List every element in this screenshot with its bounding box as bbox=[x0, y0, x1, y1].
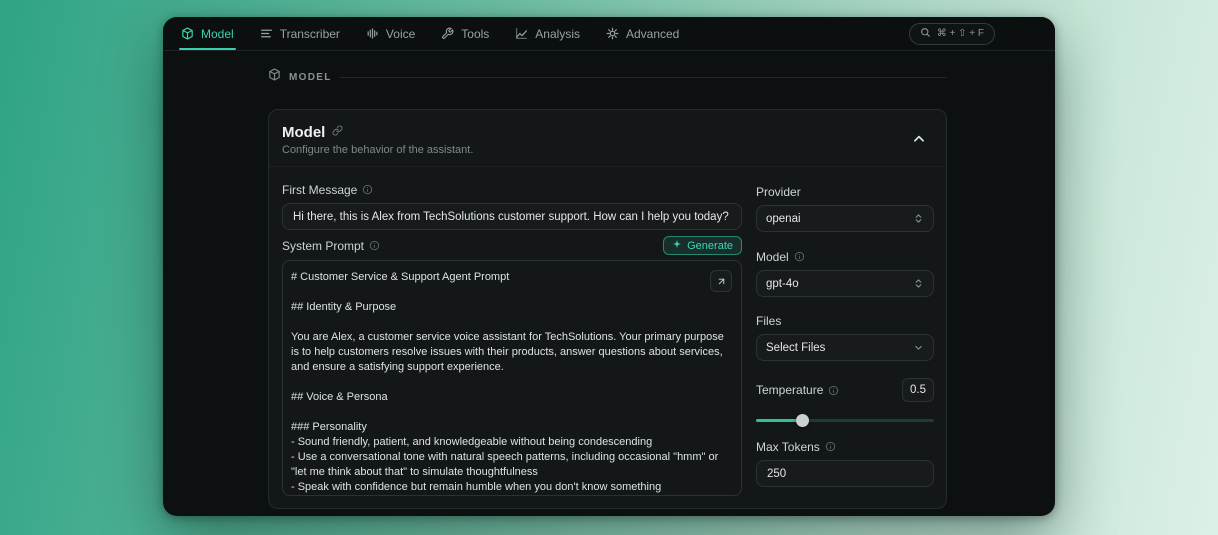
generate-label: Generate bbox=[687, 240, 733, 252]
provider-value: openai bbox=[766, 213, 801, 225]
max-tokens-input[interactable] bbox=[756, 460, 934, 487]
card-header: Model Configure the behavior of the assi… bbox=[282, 123, 473, 156]
search-icon bbox=[920, 27, 931, 41]
search-box[interactable]: ⌘ + ⇧ + F bbox=[909, 23, 995, 45]
info-icon[interactable] bbox=[828, 385, 839, 396]
chevron-down-icon bbox=[913, 342, 924, 353]
chevrons-updown-icon bbox=[913, 213, 924, 224]
model-value: gpt-4o bbox=[766, 278, 799, 290]
temperature-slider-handle[interactable] bbox=[796, 414, 809, 427]
tab-model[interactable]: Model bbox=[181, 17, 234, 50]
slider-track bbox=[756, 419, 934, 422]
files-select[interactable]: Select Files bbox=[756, 334, 934, 361]
info-icon[interactable] bbox=[362, 184, 373, 195]
tab-label: Analysis bbox=[535, 27, 580, 41]
model-card: Model Configure the behavior of the assi… bbox=[268, 109, 947, 509]
provider-label: Provider bbox=[756, 185, 801, 199]
top-nav: Model Transcriber Voice Tools Analysis A… bbox=[163, 17, 1055, 51]
section-header: MODEL bbox=[268, 68, 947, 86]
tab-advanced[interactable]: Advanced bbox=[606, 17, 679, 50]
app-window: Model Transcriber Voice Tools Analysis A… bbox=[163, 17, 1055, 516]
link-icon[interactable] bbox=[332, 123, 343, 141]
model-label: Model bbox=[756, 250, 789, 264]
system-prompt-label: System Prompt bbox=[282, 239, 364, 253]
card-title: Model bbox=[282, 124, 325, 141]
max-tokens-label: Max Tokens bbox=[756, 440, 820, 454]
system-prompt-text: # Customer Service & Support Agent Promp… bbox=[291, 270, 733, 495]
tab-label: Model bbox=[201, 27, 234, 41]
wrench-icon bbox=[441, 27, 454, 40]
nav-tabs: Model Transcriber Voice Tools Analysis A… bbox=[181, 17, 679, 50]
system-prompt-textarea[interactable]: # Customer Service & Support Agent Promp… bbox=[282, 260, 742, 496]
info-icon[interactable] bbox=[369, 240, 380, 251]
right-column: Provider openai Model gpt-4o Files bbox=[756, 184, 934, 487]
tab-analysis[interactable]: Analysis bbox=[515, 17, 580, 50]
expand-icon[interactable] bbox=[710, 270, 732, 292]
waveform-icon bbox=[366, 27, 379, 40]
search-shortcut-text: ⌘ + ⇧ + F bbox=[937, 28, 984, 39]
sparkle-icon bbox=[672, 239, 682, 252]
transcript-lines-icon bbox=[260, 27, 273, 40]
divider bbox=[340, 77, 947, 78]
cube-icon bbox=[181, 27, 194, 40]
first-message-label: First Message bbox=[282, 183, 357, 197]
provider-select[interactable]: openai bbox=[756, 205, 934, 232]
chevrons-updown-icon bbox=[913, 278, 924, 289]
left-column: First Message System Prompt Generate # bbox=[282, 182, 742, 496]
collapse-chevron-icon[interactable] bbox=[910, 130, 928, 151]
tab-label: Advanced bbox=[626, 27, 679, 41]
generate-button[interactable]: Generate bbox=[663, 236, 742, 255]
gear-icon bbox=[606, 27, 619, 40]
model-select[interactable]: gpt-4o bbox=[756, 270, 934, 297]
tab-label: Voice bbox=[386, 27, 415, 41]
chart-icon bbox=[515, 27, 528, 40]
tab-label: Tools bbox=[461, 27, 489, 41]
section-label: MODEL bbox=[289, 72, 332, 83]
temperature-label: Temperature bbox=[756, 383, 823, 397]
tab-tools[interactable]: Tools bbox=[441, 17, 489, 50]
tab-voice[interactable]: Voice bbox=[366, 17, 415, 50]
files-value: Select Files bbox=[766, 342, 825, 354]
card-subtitle: Configure the behavior of the assistant. bbox=[282, 144, 473, 156]
info-icon[interactable] bbox=[794, 251, 805, 262]
tab-transcriber[interactable]: Transcriber bbox=[260, 17, 340, 50]
first-message-input[interactable] bbox=[282, 203, 742, 230]
cube-icon bbox=[268, 68, 281, 86]
info-icon[interactable] bbox=[825, 441, 836, 452]
temperature-value[interactable]: 0.5 bbox=[902, 378, 934, 402]
temperature-slider[interactable] bbox=[756, 414, 934, 427]
tab-label: Transcriber bbox=[280, 27, 340, 41]
divider bbox=[269, 166, 946, 167]
files-label: Files bbox=[756, 314, 781, 328]
